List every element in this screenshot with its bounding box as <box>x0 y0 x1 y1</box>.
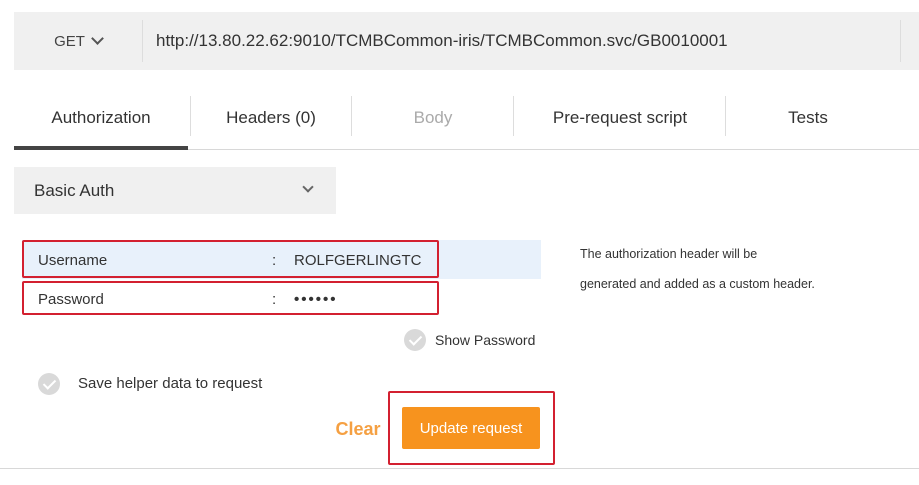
username-field[interactable]: ROLFGERLINGTC <box>294 242 422 278</box>
colon: : <box>272 290 277 308</box>
help-text-line: The authorization header will be <box>580 247 758 261</box>
update-request-button[interactable]: Update request <box>402 407 540 449</box>
request-tabs: Authorization Headers (0) Body Pre-reque… <box>14 86 919 150</box>
chevron-down-icon <box>91 32 104 45</box>
bottom-divider <box>0 468 919 469</box>
save-helper-label: Save helper data to request <box>78 375 263 392</box>
username-label: Username <box>38 251 108 269</box>
url-bar: GET http://13.80.22.62:9010/TCMBCommon-i… <box>14 12 919 70</box>
tab-authorization[interactable]: Authorization <box>14 86 188 150</box>
password-row: Password : •••••• <box>22 281 541 317</box>
divider <box>900 20 901 62</box>
url-input[interactable]: http://13.80.22.62:9010/TCMBCommon-iris/… <box>156 12 886 70</box>
show-password-checkbox[interactable] <box>404 329 426 351</box>
auth-type-label: Basic Auth <box>34 180 115 200</box>
tab-tests[interactable]: Tests <box>726 86 890 149</box>
chevron-down-icon <box>302 181 314 193</box>
colon: : <box>272 251 277 269</box>
clear-button[interactable]: Clear <box>330 410 386 448</box>
help-text-line: generated and added as a custom header. <box>580 277 815 291</box>
tab-headers[interactable]: Headers (0) <box>191 86 351 149</box>
divider <box>142 20 143 62</box>
show-password-label: Show Password <box>435 332 536 348</box>
username-row: Username : ROLFGERLINGTC <box>22 242 541 278</box>
save-helper-checkbox[interactable] <box>38 373 60 395</box>
password-label: Password <box>38 290 104 308</box>
tab-pre-request-script[interactable]: Pre-request script <box>514 86 726 149</box>
password-field[interactable]: •••••• <box>294 281 338 317</box>
method-dropdown[interactable]: GET <box>14 12 142 70</box>
auth-type-dropdown[interactable]: Basic Auth <box>14 167 336 214</box>
tab-body[interactable]: Body <box>352 86 514 149</box>
method-label: GET <box>54 32 85 50</box>
